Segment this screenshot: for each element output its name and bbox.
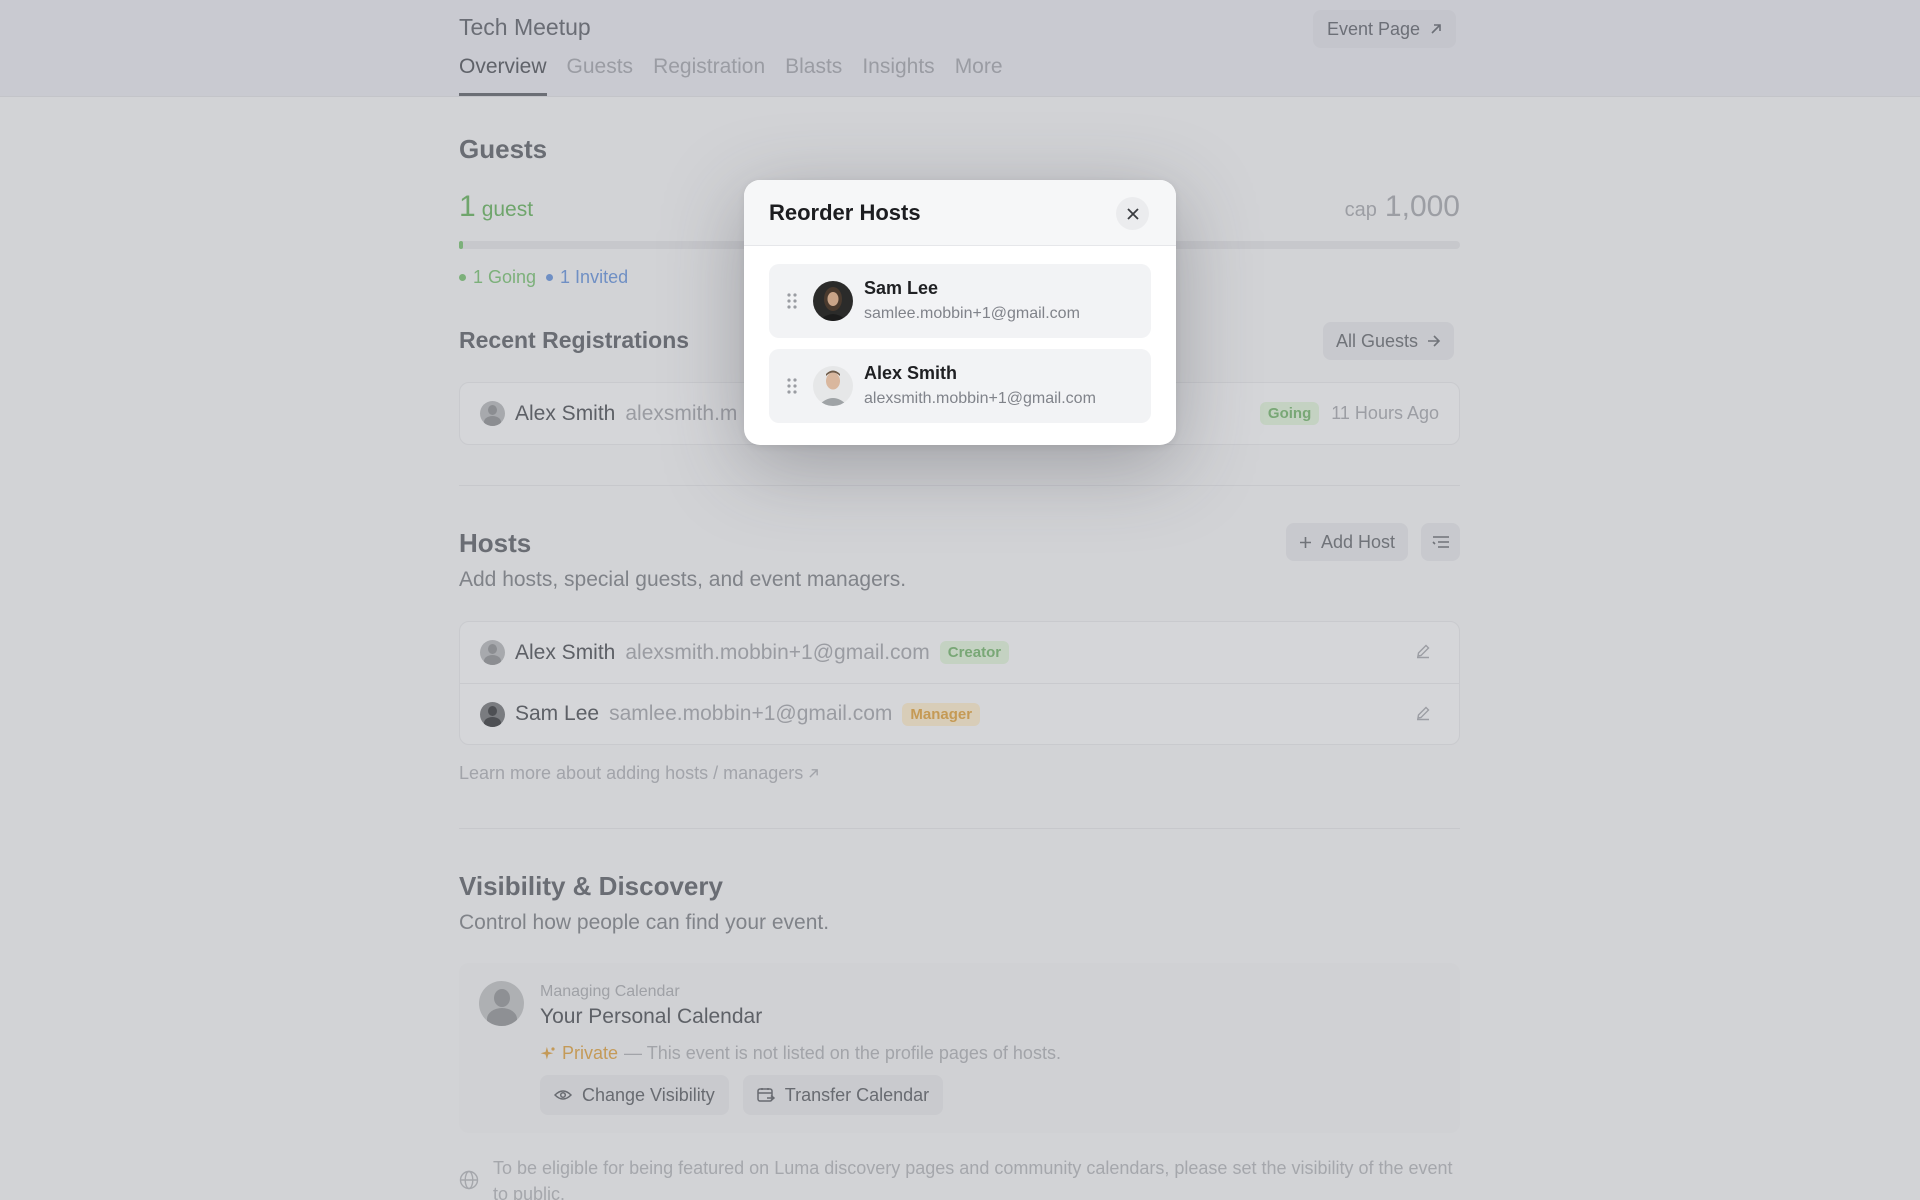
guest-email: alexsmith.m: [625, 401, 738, 425]
managing-calendar-label: Managing Calendar: [540, 983, 680, 1000]
host-name: Alex Smith: [864, 363, 958, 383]
all-guests-button[interactable]: All Guests: [1323, 322, 1455, 360]
invited-label: 1 Invited: [560, 267, 629, 287]
calendar-transfer-icon: [757, 1088, 775, 1102]
tab-guests[interactable]: Guests: [567, 55, 634, 96]
edit-icon[interactable]: [1415, 643, 1431, 659]
private-description: — This event is not listed on the profil…: [624, 1043, 1061, 1063]
guest-count-unit: guest: [481, 198, 534, 221]
reorder-hosts-button[interactable]: [1421, 523, 1460, 561]
going-dot: [459, 274, 466, 281]
transfer-calendar-button[interactable]: Transfer Calendar: [742, 1075, 944, 1115]
hosts-subtitle: Add hosts, special guests, and event man…: [459, 568, 907, 591]
drag-handle-icon[interactable]: [786, 292, 798, 310]
tab-insights[interactable]: Insights: [862, 55, 934, 96]
avatar: [813, 281, 853, 321]
discovery-note: To be eligible for being featured on Lum…: [459, 1155, 1460, 1200]
arrow-right-icon: [1428, 335, 1441, 347]
private-label: Private: [562, 1043, 619, 1063]
tab-overview[interactable]: Overview: [459, 55, 547, 96]
learn-more-hosts-link[interactable]: Learn more about adding hosts / managers: [459, 763, 819, 784]
host-email: alexsmith.mobbin+1@gmail.com: [864, 390, 1096, 407]
tab-more[interactable]: More: [955, 55, 1003, 96]
guest-cap: cap 1,000: [1345, 190, 1460, 224]
guest-count: 1 guest: [459, 190, 533, 224]
plus-icon: [1300, 536, 1311, 548]
avatar: [813, 366, 853, 406]
dialog-header: Reorder Hosts: [744, 180, 1176, 246]
drag-handle-icon[interactable]: [786, 377, 798, 395]
edit-icon[interactable]: [1415, 705, 1431, 721]
close-icon: [1126, 207, 1139, 220]
privacy-status: Private — This event is not listed on th…: [540, 1043, 1061, 1064]
cap-value: 1,000: [1384, 190, 1460, 223]
managing-calendar-card: Managing Calendar Your Personal Calendar…: [459, 963, 1460, 1133]
reorder-icon: [1431, 536, 1449, 548]
close-button[interactable]: [1116, 197, 1149, 230]
guest-progress-fill: [459, 241, 463, 249]
avatar: [480, 701, 505, 727]
change-visibility-button[interactable]: Change Visibility: [540, 1075, 729, 1115]
host-name: Sam Lee: [864, 278, 939, 298]
guest-count-number: 1: [459, 190, 476, 223]
hosts-heading: Hosts: [459, 528, 532, 558]
divider: [459, 828, 1460, 829]
event-page-button[interactable]: Event Page: [1313, 10, 1457, 48]
divider: [459, 485, 1460, 486]
event-page-label: Event Page: [1327, 18, 1421, 39]
row-meta: Going 11 Hours Ago: [1259, 383, 1439, 444]
invited-dot: [546, 274, 554, 281]
table-row[interactable]: Alex Smith alexsmith.mobbin+1@gmail.com …: [460, 622, 1459, 683]
tab-blasts[interactable]: Blasts: [785, 55, 842, 96]
arrow-up-right-icon: [809, 769, 819, 778]
cap-label: cap: [1344, 199, 1377, 221]
sparkle-icon: [540, 1046, 555, 1059]
avatar: [480, 640, 505, 665]
guest-name: Alex Smith: [515, 401, 616, 425]
event-title: Tech Meetup: [459, 14, 591, 40]
host-email: samlee.mobbin+1@gmail.com: [609, 702, 893, 725]
learn-more-label: Learn more about adding hosts / managers: [459, 763, 804, 783]
tab-registration[interactable]: Registration: [653, 55, 765, 96]
top-bar: Tech Meetup Event Page Overview Guests R…: [0, 0, 1920, 97]
reorder-host-item[interactable]: Alex Smith alexsmith.mobbin+1@gmail.com: [769, 349, 1151, 423]
reorder-hosts-dialog: Reorder Hosts Sam Lee samlee.mobbin+1@gm…: [744, 180, 1176, 445]
add-host-button[interactable]: Add Host: [1286, 523, 1409, 561]
role-badge: Manager: [902, 702, 981, 726]
guests-heading: Guests: [459, 134, 548, 164]
invited-legend: 1 Invited: [546, 267, 628, 288]
host-name: Sam Lee: [515, 702, 600, 725]
role-badge: Creator: [939, 641, 1010, 664]
going-legend: 1 Going: [459, 267, 536, 288]
visibility-heading: Visibility & Discovery: [459, 871, 723, 901]
going-label: 1 Going: [473, 267, 537, 287]
change-visibility-label: Change Visibility: [582, 1084, 715, 1105]
host-name: Alex Smith: [515, 640, 616, 664]
reorder-host-list: Sam Lee samlee.mobbin+1@gmail.com Alex S…: [744, 246, 1176, 423]
tab-bar: Overview Guests Registration Blasts Insi…: [459, 55, 1003, 96]
host-email: samlee.mobbin+1@gmail.com: [864, 305, 1080, 322]
hosts-card: Alex Smith alexsmith.mobbin+1@gmail.com …: [459, 621, 1460, 745]
status-badge: Going: [1259, 402, 1320, 425]
recent-registrations-heading: Recent Registrations: [459, 327, 690, 353]
all-guests-label: All Guests: [1336, 330, 1419, 351]
table-row[interactable]: Sam Lee samlee.mobbin+1@gmail.com Manage…: [460, 683, 1459, 744]
calendar-name: Your Personal Calendar: [540, 1005, 763, 1028]
arrow-up-right-icon: [1431, 24, 1441, 34]
reorder-host-item[interactable]: Sam Lee samlee.mobbin+1@gmail.com: [769, 264, 1151, 338]
avatar: [480, 401, 505, 426]
discovery-note-text: To be eligible for being featured on Lum…: [493, 1158, 1453, 1200]
host-email: alexsmith.mobbin+1@gmail.com: [625, 640, 930, 664]
globe-icon: [459, 1170, 479, 1190]
eye-icon: [554, 1090, 572, 1100]
calendar-avatar: [479, 981, 524, 1026]
dialog-title: Reorder Hosts: [769, 200, 921, 225]
calendar-actions: Change Visibility Transfer Calendar: [540, 1075, 944, 1115]
visibility-subtitle: Control how people can find your event.: [459, 911, 830, 934]
registration-time: 11 Hours Ago: [1331, 403, 1439, 423]
transfer-calendar-label: Transfer Calendar: [784, 1084, 930, 1105]
guest-legend: 1 Going 1 Invited: [459, 267, 628, 288]
add-host-label: Add Host: [1321, 531, 1396, 552]
